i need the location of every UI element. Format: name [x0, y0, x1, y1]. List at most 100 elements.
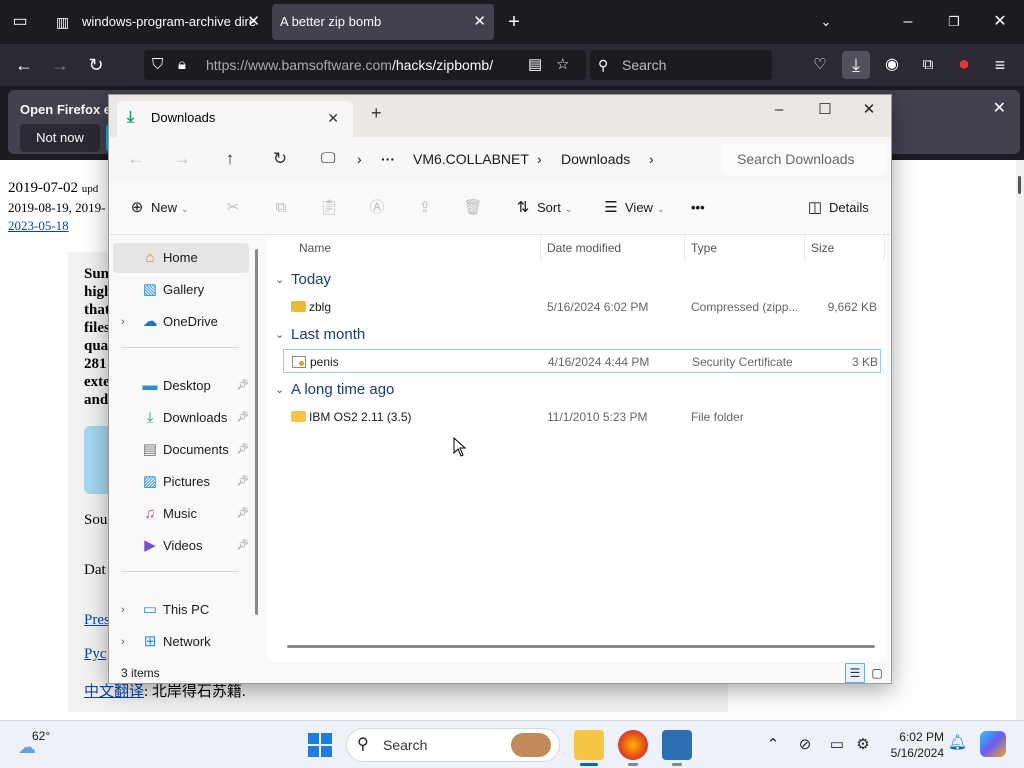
explorer-forward-icon[interactable]: →: [167, 145, 197, 173]
expand-chevron-icon[interactable]: ›: [121, 627, 125, 657]
ublock-icon[interactable]: ⬢: [950, 51, 978, 79]
taskbar-search-input[interactable]: ⚲ Search: [346, 728, 560, 762]
expand-chevron-icon[interactable]: ›: [121, 307, 125, 337]
breadcrumb[interactable]: 🖵︎ › ··· VM6.COLLABNET › Downloads ›: [311, 143, 711, 175]
paste-button[interactable]: 📋︎: [319, 195, 343, 221]
page-scrollbar[interactable]: [1016, 160, 1024, 720]
lock-icon[interactable]: 🔒︎: [178, 50, 186, 80]
explorer-minimize-icon[interactable]: –: [759, 97, 799, 123]
virtualbox-taskbar-icon[interactable]: [662, 730, 692, 766]
file-row[interactable]: zblg 5/16/2024 6:02 PM Compressed (zipp.…: [283, 295, 881, 319]
system-clock[interactable]: 6:02 PM 5/16/2024: [880, 729, 944, 761]
explorer-up-icon[interactable]: ↑: [215, 145, 245, 173]
copilot-icon[interactable]: [980, 731, 1006, 757]
tab-zip-bomb[interactable]: A better zip bomb ✕: [272, 4, 494, 40]
file-row[interactable]: IBM OS2 2.11 (3.5) 11/1/2010 5:23 PM Fil…: [283, 405, 881, 429]
new-tab-icon[interactable]: +: [500, 8, 528, 36]
copy-button[interactable]: ⧉: [271, 195, 295, 221]
nav-item-onedrive[interactable]: › ☁ OneDrive: [113, 307, 249, 337]
nav-item-network[interactable]: › ⊞ Network: [113, 627, 249, 657]
shield-icon[interactable]: ⛉: [152, 50, 163, 80]
account-icon[interactable]: ◉: [878, 51, 906, 79]
bookmark-star-icon[interactable]: ☆: [556, 50, 569, 80]
details-button[interactable]: ◫ Details: [805, 195, 869, 221]
new-button[interactable]: ⊕ New ⌄: [127, 195, 189, 221]
file-row[interactable]: penis 4/16/2024 4:44 PM Security Certifi…: [283, 349, 881, 373]
article-link[interactable]: Pres: [84, 612, 110, 629]
breadcrumb-item[interactable]: Downloads: [561, 143, 630, 175]
rename-button[interactable]: Ⓐ: [367, 195, 391, 221]
pocket-icon[interactable]: ♡: [806, 51, 834, 79]
url-bar[interactable]: ⛉ 🔒︎ https://www.bamsoftware.com/hacks/z…: [144, 50, 586, 80]
display-icon[interactable]: ▭: [826, 733, 848, 757]
sort-button[interactable]: ⇅ Sort ⌄: [513, 195, 573, 221]
horizontal-scrollbar[interactable]: [287, 645, 875, 648]
group-header-today[interactable]: ⌄ Today: [275, 267, 331, 293]
group-header-long-ago[interactable]: ⌄ A long time ago: [275, 377, 394, 403]
column-header-name[interactable]: Name: [293, 235, 541, 261]
page-scrollbar-thumb[interactable]: [1018, 176, 1021, 194]
firefox-taskbar-icon[interactable]: [618, 730, 648, 766]
show-hidden-icons-chevron-icon[interactable]: ⌃: [762, 733, 784, 757]
nav-item-desktop[interactable]: ▬ Desktop 📌︎: [113, 371, 250, 401]
breadcrumb-item[interactable]: VM6.COLLABNET: [413, 143, 529, 175]
computer-icon[interactable]: 🖵︎: [321, 143, 335, 175]
restore-icon[interactable]: ❐: [940, 8, 968, 36]
article-link[interactable]: Pyc: [84, 646, 107, 663]
settings-tray-icon[interactable]: ⚙: [852, 733, 874, 757]
weather-widget[interactable]: ☁ 62°: [18, 727, 78, 763]
explorer-new-tab-icon[interactable]: +: [371, 103, 382, 124]
search-bar[interactable]: ⚲ Search: [590, 50, 772, 80]
explorer-close-icon[interactable]: ✕: [849, 97, 889, 123]
nav-pane-scrollbar[interactable]: [255, 249, 258, 615]
explorer-tab-close-icon[interactable]: ✕: [327, 101, 339, 135]
tiles-view-icon[interactable]: ▢: [867, 663, 887, 683]
nav-item-downloads[interactable]: ⤓ Downloads 📌︎: [113, 403, 249, 433]
explorer-search-input[interactable]: Search Downloads: [721, 143, 887, 175]
nav-item-gallery[interactable]: ▧ Gallery: [113, 275, 249, 305]
not-now-button[interactable]: Not now: [20, 124, 100, 152]
column-header-date[interactable]: Date modified: [541, 235, 685, 261]
reader-view-icon[interactable]: ▤: [528, 50, 542, 80]
column-header-size[interactable]: Size: [805, 235, 885, 261]
explorer-back-icon[interactable]: ←: [121, 145, 151, 173]
notification-close-icon[interactable]: ✕: [993, 98, 1006, 118]
explorer-tab-downloads[interactable]: ⤓ Downloads ✕: [117, 101, 353, 137]
nav-item-music[interactable]: ♫ Music 📌︎: [113, 499, 249, 529]
reload-icon[interactable]: ↻: [82, 51, 110, 79]
forward-arrow-icon[interactable]: →: [46, 51, 74, 79]
explorer-refresh-icon[interactable]: ↻: [265, 145, 295, 173]
delete-button[interactable]: 🗑︎: [463, 195, 487, 221]
tab-close-icon[interactable]: ✕: [473, 4, 486, 40]
details-view-icon[interactable]: ☰: [845, 663, 865, 683]
nav-item-pictures[interactable]: ▨ Pictures 📌︎: [113, 467, 249, 497]
nav-item-home[interactable]: ⌂ Home: [113, 243, 249, 273]
more-options-icon[interactable]: •••: [691, 195, 705, 221]
start-windows-icon[interactable]: [308, 733, 332, 757]
minimize-icon[interactable]: –: [894, 8, 922, 36]
expand-chevron-icon[interactable]: ›: [121, 595, 125, 625]
menu-hamburger-icon[interactable]: ≡: [986, 51, 1014, 79]
cut-button[interactable]: ✂: [223, 195, 247, 221]
file-explorer-taskbar-icon[interactable]: [574, 730, 604, 766]
page-date-link[interactable]: 2023-05-18: [8, 218, 69, 234]
close-window-icon[interactable]: ✕: [986, 8, 1014, 36]
breadcrumb-overflow-icon[interactable]: ···: [381, 143, 395, 175]
back-arrow-icon[interactable]: ←: [10, 51, 38, 79]
tab-windows-program-archive[interactable]: ▥ windows-program-archive dire ✕: [46, 4, 268, 40]
column-header-type[interactable]: Type: [685, 235, 805, 261]
nav-item-this-pc[interactable]: › ▭ This PC: [113, 595, 249, 625]
extensions-icon[interactable]: ⧉: [914, 51, 942, 79]
firefox-view-icon[interactable]: ▭: [6, 8, 34, 36]
group-header-last-month[interactable]: ⌄ Last month: [275, 322, 365, 348]
tab-close-icon[interactable]: ✕: [247, 4, 260, 40]
translation-link[interactable]: 中文翻译: [84, 684, 144, 700]
list-tabs-chevron-icon[interactable]: ⌄: [812, 8, 840, 36]
nav-item-documents[interactable]: ▤ Documents 📌︎: [113, 435, 249, 465]
network-off-icon[interactable]: ⊘: [794, 733, 816, 757]
notification-bell-icon[interactable]: 🔔︎: [948, 733, 967, 751]
share-button[interactable]: ⇪: [415, 195, 439, 221]
nav-item-videos[interactable]: ▶ Videos 📌︎: [113, 531, 249, 561]
downloads-arrow-icon[interactable]: ⤓: [842, 51, 870, 79]
explorer-maximize-icon[interactable]: ☐: [805, 97, 845, 123]
